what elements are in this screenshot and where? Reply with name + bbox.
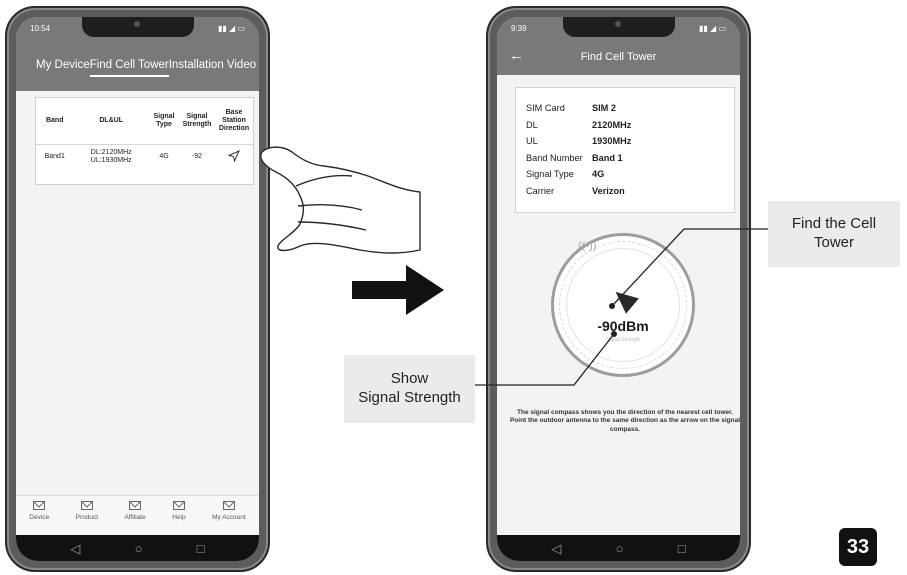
info-value: SIM 2: [592, 103, 616, 114]
info-value: 1930MHz: [592, 136, 632, 147]
bottom-tab-label: Product: [75, 514, 99, 521]
manual-page: 10:54 ▮▮ ◢ ▭ My Device Find Cell Tower I…: [0, 0, 907, 575]
callout-text: Show: [390, 370, 429, 388]
bottom-tab-affiliate[interactable]: Affiliate: [125, 501, 146, 535]
recents-key-icon[interactable]: □: [678, 542, 686, 555]
cell-ul: UL:1930MHz: [90, 157, 132, 165]
cell-dlul: DL:2120MHz UL:1930MHz: [73, 144, 149, 170]
cell-type: 4G: [159, 153, 169, 161]
bottom-tab-product[interactable]: Product: [76, 501, 98, 535]
signal-compass: ((•)) -90dBm Signal Strength: [551, 233, 695, 377]
info-value: 2120MHz: [592, 119, 632, 130]
status-icons: ▮▮ ◢ ▭: [699, 23, 726, 33]
right-system-nav: ◁ ○ □: [497, 535, 740, 561]
right-notch: [562, 17, 675, 37]
info-value: 4G: [592, 169, 605, 180]
signal-strength-value: -90dBm: [597, 318, 649, 334]
info-row: Band Number Band 1: [526, 150, 734, 167]
left-notch: [81, 17, 194, 37]
tab-find-cell-tower[interactable]: Find Cell Tower: [89, 59, 169, 77]
phone-left: 10:54 ▮▮ ◢ ▭ My Device Find Cell Tower I…: [5, 6, 270, 572]
info-label: SIM Card: [526, 103, 565, 114]
bottom-tab-help[interactable]: Help: [172, 501, 186, 535]
page-title: Find Cell Tower: [580, 51, 657, 63]
right-status-time: 9:39: [511, 23, 527, 33]
callout-signal-strength: Show Signal Strength: [344, 355, 475, 423]
info-row: Carrier Verizon: [526, 183, 734, 200]
direction-arrow-icon: [352, 265, 444, 315]
status-icons: ▮▮ ◢ ▭: [218, 23, 245, 33]
info-label: UL: [526, 136, 538, 147]
tab-installation-video[interactable]: Installation Video: [169, 59, 256, 77]
mail-icon: [129, 501, 142, 510]
phone-right: 9:39 ▮▮ ◢ ▭ ← Find Cell Tower SIM Card S…: [486, 6, 751, 572]
mail-icon: [172, 501, 185, 510]
col-direction: Base Station Direction: [218, 108, 250, 132]
band-table-card: Band DL&UL Signal Type Signal Strength B…: [35, 97, 254, 185]
top-tab-bar: My Device Find Cell Tower Installation V…: [16, 59, 259, 77]
info-label: Carrier: [526, 185, 555, 196]
col-signal-type: Signal Type: [153, 112, 175, 128]
left-status-time: 10:54: [30, 23, 51, 33]
bottom-tab-bar: Device Product Affiliate Help My Account: [16, 495, 259, 535]
info-row: Signal Type 4G: [526, 166, 734, 183]
bottom-tab-label: Device: [29, 514, 50, 521]
cell-band: Band1: [44, 153, 65, 161]
bottom-tab-label: My Account: [212, 514, 246, 521]
bottom-tab-label: Help: [172, 514, 186, 521]
info-label: DL: [526, 119, 538, 130]
navigation-arrow-icon[interactable]: [227, 149, 240, 163]
cell-strength: -92: [191, 153, 203, 161]
callout-text: Signal Strength: [358, 389, 461, 406]
direction-cell[interactable]: [215, 144, 253, 170]
back-key-icon[interactable]: ◁: [70, 542, 80, 555]
callout-text: Find the Cell: [791, 215, 877, 233]
tab-my-device[interactable]: My Device: [36, 59, 90, 77]
page-number: 33: [839, 528, 877, 566]
compass-description: The signal compass shows you the directi…: [507, 409, 740, 434]
info-value: Band 1: [592, 152, 623, 163]
pointing-hand-icon: [260, 146, 421, 254]
info-row: DL 2120MHz: [526, 117, 734, 134]
description-line: The signal compass shows you the directi…: [517, 409, 733, 416]
cell-dl: DL:2120MHz: [90, 149, 132, 157]
right-screen: 9:39 ▮▮ ◢ ▭ ← Find Cell Tower SIM Card S…: [497, 17, 740, 561]
info-value: Verizon: [592, 185, 625, 196]
col-dlul: DL&UL: [99, 116, 124, 124]
info-row: UL 1930MHz: [526, 133, 734, 150]
home-key-icon[interactable]: ○: [616, 542, 624, 555]
info-label: Signal Type: [526, 169, 574, 180]
bottom-tab-my-account[interactable]: My Account: [212, 501, 246, 535]
band-table: Band DL&UL Signal Type Signal Strength B…: [36, 98, 253, 170]
mail-icon: [80, 501, 93, 510]
left-system-nav: ◁ ○ □: [16, 535, 259, 561]
callout-find-tower: Find the Cell Tower: [768, 201, 900, 267]
mail-icon: [33, 501, 46, 510]
cell-tower-icon: ((•)): [578, 240, 597, 252]
col-band: Band: [45, 116, 64, 124]
description-line: Point the outdoor antenna to the same di…: [509, 417, 740, 433]
col-signal-strength: Signal Strength: [182, 112, 212, 128]
info-row: SIM Card SIM 2: [526, 100, 734, 117]
recents-key-icon[interactable]: □: [197, 542, 205, 555]
table-row[interactable]: Band1 DL:2120MHz UL:1930MHz 4G -92: [36, 144, 253, 170]
callout-text: Tower: [813, 234, 854, 251]
sim-info-card: SIM Card SIM 2 DL 2120MHz UL 1930MHz Ban…: [515, 87, 735, 213]
bottom-tab-device[interactable]: Device: [29, 501, 49, 535]
signal-strength-label: Signal Strength: [605, 337, 641, 343]
mail-icon: [222, 501, 235, 510]
info-label: Band Number: [526, 152, 583, 163]
left-screen: 10:54 ▮▮ ◢ ▭ My Device Find Cell Tower I…: [16, 17, 259, 561]
home-key-icon[interactable]: ○: [135, 542, 143, 555]
back-key-icon[interactable]: ◁: [551, 542, 561, 555]
table-header-row: Band DL&UL Signal Type Signal Strength B…: [36, 98, 253, 144]
bottom-tab-label: Affiliate: [124, 514, 146, 521]
